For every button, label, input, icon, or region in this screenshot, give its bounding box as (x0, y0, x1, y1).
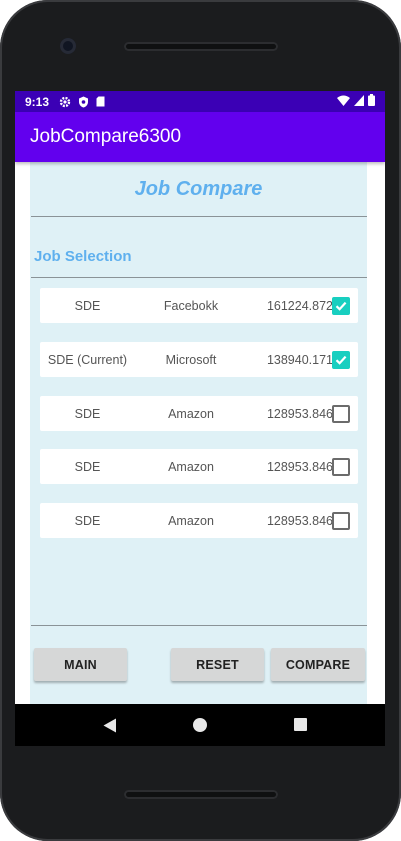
recents-icon[interactable] (294, 718, 307, 731)
front-camera (60, 38, 76, 54)
status-bar: 9:13 (15, 91, 385, 112)
job-checkbox[interactable] (332, 405, 350, 423)
job-company: Amazon (168, 513, 214, 528)
signal-icon (354, 94, 364, 109)
job-checkbox[interactable] (332, 351, 350, 369)
job-score: 128953.846 (266, 459, 333, 474)
job-title: SDE (74, 459, 101, 474)
phone-frame: 9:13 JobCompare6300 Job Compare Job Sele… (0, 0, 401, 841)
page-title: Job Compare (134, 178, 263, 200)
job-row[interactable]: SDE Amazon 128953.846 (40, 503, 358, 538)
job-title: SDE (74, 513, 101, 528)
job-score: 128953.846 (266, 513, 333, 528)
top-speaker (124, 42, 278, 51)
job-row[interactable]: SDE Amazon 128953.846 (40, 449, 358, 484)
job-title: SDE (Current) (47, 352, 128, 367)
settings-icon (59, 96, 71, 108)
job-company: Microsoft (165, 352, 217, 367)
wifi-icon (337, 95, 350, 109)
battery-icon (368, 94, 375, 109)
job-checkbox[interactable] (332, 512, 350, 530)
app-title: JobCompare6300 (30, 126, 182, 147)
shield-icon (78, 96, 89, 108)
job-company: Amazon (168, 406, 214, 421)
main-button[interactable]: MAIN (34, 648, 127, 681)
job-row[interactable]: SDE (Current) Microsoft 138940.171 (40, 342, 358, 377)
title-divider (31, 216, 367, 217)
job-row[interactable]: SDE Amazon 128953.846 (40, 396, 358, 431)
section-label: Job Selection (34, 248, 132, 265)
main-content: Job Compare Job Selection SDE Facebokk 1… (30, 162, 367, 704)
section-divider (31, 277, 367, 278)
job-score: 161224.872 (266, 298, 333, 313)
job-title: SDE (74, 406, 101, 421)
status-time: 9:13 (25, 94, 50, 109)
job-company: Amazon (168, 459, 214, 474)
navigation-bar (15, 704, 385, 746)
job-checkbox[interactable] (332, 297, 350, 315)
bottom-speaker (124, 790, 278, 799)
job-checkbox[interactable] (332, 458, 350, 476)
compare-button[interactable]: COMPARE (271, 648, 365, 681)
bottom-divider (31, 625, 367, 626)
back-icon[interactable] (103, 718, 117, 738)
job-title: SDE (74, 298, 101, 313)
app-bar: JobCompare6300 (15, 112, 385, 162)
screen: 9:13 JobCompare6300 Job Compare Job Sele… (15, 91, 385, 704)
job-score: 128953.846 (266, 406, 333, 421)
job-row[interactable]: SDE Facebokk 161224.872 (40, 288, 358, 323)
job-company: Facebokk (163, 298, 219, 313)
reset-button[interactable]: RESET (171, 648, 264, 681)
job-score: 138940.171 (266, 352, 333, 367)
home-icon[interactable] (193, 718, 207, 732)
sd-card-icon (96, 96, 105, 107)
